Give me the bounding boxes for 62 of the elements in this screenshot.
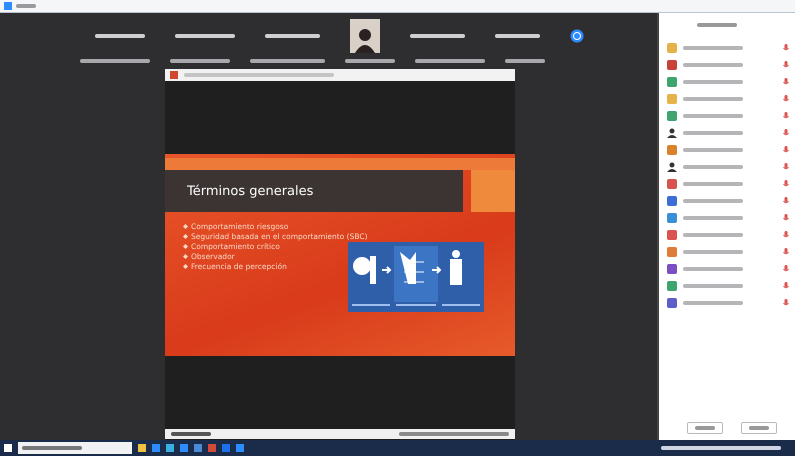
microphone-icon (783, 282, 789, 290)
photo-placeholder (350, 19, 380, 53)
blurred-text (683, 148, 743, 152)
person-silhouette-icon (667, 162, 677, 172)
bullet-icon (183, 254, 188, 259)
blurred-text (505, 59, 545, 63)
slide-square (471, 170, 515, 212)
blurred-text (683, 182, 743, 186)
bullet-icon (183, 264, 188, 269)
search-field[interactable] (18, 442, 132, 454)
app-icon (170, 71, 178, 79)
bullet-icon (183, 224, 188, 229)
app-icon (4, 2, 12, 10)
microphone-icon (783, 180, 789, 188)
microphone-icon (783, 128, 789, 136)
microphone-icon (783, 146, 789, 154)
blurred-text (683, 130, 743, 134)
blurred-text (683, 198, 743, 202)
start-icon[interactable] (4, 444, 12, 452)
bullet-icon (183, 234, 188, 239)
blurred-text (683, 284, 743, 288)
blurred-text (683, 216, 743, 220)
blurred-text (265, 34, 320, 38)
microphone-icon (783, 94, 789, 102)
blurred-text (683, 300, 743, 304)
microphone-icon (783, 214, 789, 222)
microphone-icon (783, 230, 789, 238)
blurred-text (697, 23, 737, 27)
panel-button[interactable] (741, 422, 777, 434)
blurred-text (683, 250, 743, 254)
blurred-text (683, 96, 743, 100)
microphone-icon (783, 196, 789, 204)
blurred-text (683, 62, 743, 66)
blurred-text (683, 80, 743, 84)
microphone-icon (783, 112, 789, 120)
blurred-text (410, 34, 465, 38)
microphone-icon (783, 162, 789, 170)
blurred-text (16, 4, 36, 8)
person-silhouette-icon (667, 128, 677, 138)
microphone-icon (783, 298, 789, 306)
microphone-icon (783, 44, 789, 52)
blurred-text (345, 59, 395, 63)
slide-title: Términos generales (187, 184, 314, 198)
blurred-text (171, 432, 211, 436)
blurred-text (495, 34, 540, 38)
microphone-icon (783, 60, 789, 68)
blurred-text (683, 232, 743, 236)
microphone-icon (783, 264, 789, 272)
microphone-icon (783, 78, 789, 86)
blurred-text (683, 266, 743, 270)
bullet-icon (183, 244, 188, 249)
blurred-text (170, 59, 230, 63)
blurred-text (683, 46, 743, 50)
blurred-text (95, 34, 145, 38)
microphone-icon (783, 248, 789, 256)
blurred-text (683, 114, 743, 118)
blurred-text (175, 34, 235, 38)
blurred-text (415, 59, 485, 63)
blurred-text (80, 59, 150, 63)
panel-button[interactable] (687, 422, 723, 434)
circle-icon[interactable] (570, 29, 584, 43)
blurred-text (683, 164, 743, 168)
